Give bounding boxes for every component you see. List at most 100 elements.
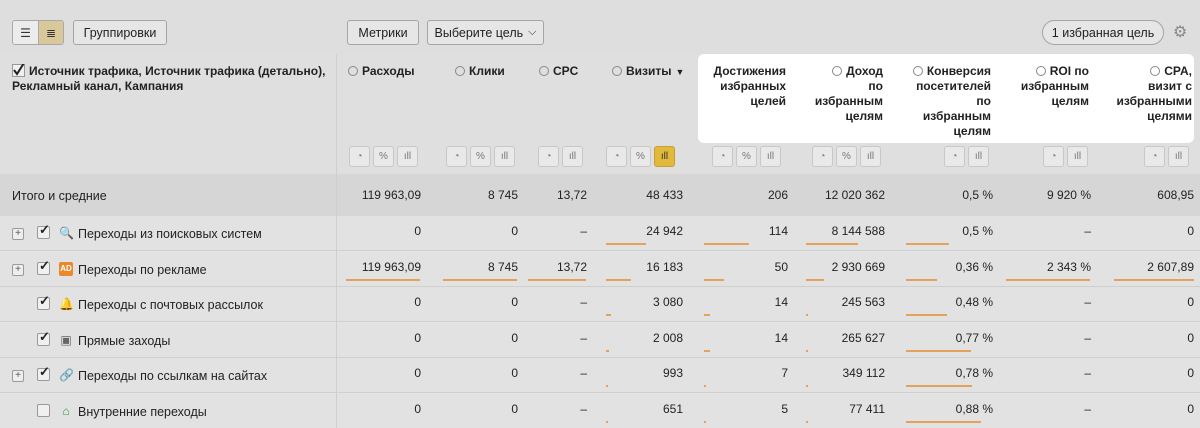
pie-chart-icon[interactable]: ◔ bbox=[1144, 146, 1165, 167]
table-cell: 24 942 bbox=[646, 224, 683, 238]
dimension-header-label: Источник трафика, Источник трафика (дета… bbox=[12, 64, 326, 93]
pie-chart-icon[interactable]: ◔ bbox=[812, 146, 833, 167]
value-bar bbox=[704, 278, 724, 281]
table-cell: 77 411 bbox=[849, 401, 885, 416]
bar-chart-icon[interactable]: ıll bbox=[654, 146, 675, 167]
expand-icon[interactable]: + bbox=[12, 370, 24, 382]
gear-icon[interactable]: ⚙ bbox=[1173, 22, 1187, 42]
row-label[interactable]: Переходы из поисковых систем bbox=[78, 227, 262, 241]
table-cell: 245 563 bbox=[841, 295, 885, 309]
chart-toggle-group: ◔ ıll bbox=[1144, 146, 1189, 167]
pie-chart-icon[interactable]: ◔ bbox=[712, 146, 733, 167]
row-label[interactable]: Прямые заходы bbox=[78, 334, 170, 348]
search-icon: 🔍 bbox=[59, 226, 74, 240]
bar-chart-icon[interactable]: ıll bbox=[397, 146, 418, 167]
table-cell: 0,78 % bbox=[955, 366, 993, 380]
column-header-label: избранным bbox=[814, 94, 883, 108]
clock-icon bbox=[348, 66, 358, 76]
favorite-goals-button[interactable]: 1 избранная цель bbox=[1042, 20, 1164, 45]
value-bar bbox=[806, 314, 808, 316]
bar-chart-icon[interactable]: ıll bbox=[760, 146, 781, 167]
pie-chart-icon[interactable]: ◔ bbox=[349, 146, 370, 167]
bar-chart-icon[interactable]: ıll bbox=[1168, 146, 1189, 167]
percent-icon[interactable]: % bbox=[736, 146, 757, 167]
column-header-label: CPA, bbox=[1164, 64, 1192, 78]
table-cell: – bbox=[1084, 366, 1091, 380]
bar-chart-icon[interactable]: ıll bbox=[1067, 146, 1088, 167]
table-row[interactable]: ⌂ Внутренние переходы 0 0–651 5 77 411 0,88 % –… bbox=[0, 393, 1200, 428]
column-header-label: Доход bbox=[846, 64, 883, 78]
row-label[interactable]: Переходы по рекламе bbox=[78, 263, 207, 277]
column-header-7[interactable]: Конверсия посетителей по избранным целям bbox=[883, 64, 991, 139]
list-view-icon[interactable]: ☰ bbox=[13, 21, 38, 44]
value-bar bbox=[606, 349, 609, 352]
table-row[interactable]: ✓ 🔔 Переходы с почтовых рассылок 0 0–3 080 14… bbox=[0, 287, 1200, 322]
row-label[interactable]: Переходы с почтовых рассылок bbox=[78, 298, 263, 312]
metrics-button[interactable]: Метрики bbox=[347, 20, 419, 45]
checkbox-checked[interactable]: ✓ bbox=[37, 222, 50, 239]
value-bar bbox=[606, 385, 608, 387]
pie-chart-icon[interactable]: ◔ bbox=[446, 146, 467, 167]
column-header-3[interactable]: CPC bbox=[539, 64, 578, 79]
table-row[interactable]: + ✓ AD Переходы по рекламе 119 963,09 8 745 13… bbox=[0, 251, 1200, 287]
dimension-header[interactable]: Источник трафика, Источник трафика (дета… bbox=[12, 64, 330, 94]
bar-chart-icon[interactable]: ıll bbox=[968, 146, 989, 167]
groupings-button[interactable]: Группировки bbox=[73, 20, 167, 45]
column-header-label: избранным bbox=[922, 109, 991, 123]
expand-icon[interactable]: + bbox=[12, 228, 24, 240]
table-cell: 3 080 bbox=[652, 295, 683, 309]
table-cell: – bbox=[580, 295, 587, 309]
column-header-5[interactable]: Достижения избранных целей bbox=[680, 64, 786, 109]
table-cell: 0,48 % bbox=[955, 295, 993, 309]
total-cell: 0,5 % bbox=[962, 188, 993, 202]
bar-chart-icon[interactable]: ıll bbox=[494, 146, 515, 167]
column-header-8[interactable]: ROI по избранным целям bbox=[996, 64, 1089, 109]
pie-chart-icon[interactable]: ◔ bbox=[1043, 146, 1064, 167]
column-header-1[interactable]: Расходы bbox=[348, 64, 414, 79]
mail-icon: 🔔 bbox=[59, 297, 74, 311]
total-cell: 12 020 362 bbox=[824, 188, 885, 202]
percent-icon[interactable]: % bbox=[373, 146, 394, 167]
table-cell: – bbox=[580, 224, 587, 238]
column-header-label: визит с bbox=[1148, 79, 1192, 93]
ad-icon: AD bbox=[59, 261, 73, 276]
table-cell: – bbox=[1084, 224, 1091, 238]
table-cell: 0 bbox=[1187, 330, 1194, 345]
table-row[interactable]: + ✓ 🔗 Переходы по ссылкам на сайтах 0 0–993 7 3… bbox=[0, 358, 1200, 393]
column-header-4[interactable]: Визиты ▼ bbox=[612, 64, 684, 80]
percent-icon[interactable]: % bbox=[630, 146, 651, 167]
pie-chart-icon[interactable]: ◔ bbox=[538, 146, 559, 167]
total-cell: 608,95 bbox=[1157, 188, 1194, 202]
checkbox-checked[interactable]: ✓ bbox=[37, 364, 50, 381]
clock-icon bbox=[1035, 66, 1046, 76]
bar-chart-icon[interactable]: ıll bbox=[562, 146, 583, 167]
column-header-6[interactable]: Доход по избранным целям bbox=[785, 64, 883, 124]
table-row[interactable]: ✓ ▣ Прямые заходы 0 0–2 008 14 265 627 0,77 % –0 bbox=[0, 322, 1200, 358]
table-cell: – bbox=[580, 330, 587, 345]
table-row[interactable]: + ✓ 🔍 Переходы из поисковых систем 0 0–24 942… bbox=[0, 216, 1200, 251]
column-header-9[interactable]: CPA, визит с избранными целями bbox=[1084, 64, 1192, 124]
checkbox-checked[interactable]: ✓ bbox=[37, 329, 50, 346]
total-cell: 206 bbox=[767, 188, 788, 202]
goal-select[interactable]: Выберите цель ⌵ bbox=[427, 20, 544, 45]
expand-icon[interactable]: + bbox=[12, 263, 24, 276]
row-label[interactable]: Переходы по ссылкам на сайтах bbox=[78, 369, 267, 383]
value-bar bbox=[906, 349, 971, 352]
percent-icon[interactable]: % bbox=[836, 146, 857, 167]
pie-chart-icon[interactable]: ◔ bbox=[606, 146, 627, 167]
clock-icon bbox=[912, 66, 923, 76]
bar-chart-icon[interactable]: ıll bbox=[860, 146, 881, 167]
pie-chart-icon[interactable]: ◔ bbox=[944, 146, 965, 167]
value-bar bbox=[704, 420, 706, 423]
table-cell: 2 343 % bbox=[1046, 259, 1091, 274]
chart-toggle-group: ◔% ıll bbox=[712, 146, 781, 167]
checkbox-unchecked[interactable] bbox=[37, 403, 50, 417]
checkbox-checked-icon[interactable] bbox=[12, 64, 25, 77]
percent-icon[interactable]: % bbox=[470, 146, 491, 167]
metrics-label: Метрики bbox=[358, 25, 408, 40]
column-header-2[interactable]: Клики bbox=[455, 64, 505, 79]
tree-view-icon[interactable]: ≣ bbox=[37, 21, 63, 44]
row-label[interactable]: Внутренние переходы bbox=[78, 405, 207, 419]
checkbox-checked[interactable]: ✓ bbox=[37, 258, 50, 275]
checkbox-checked[interactable]: ✓ bbox=[37, 293, 50, 310]
